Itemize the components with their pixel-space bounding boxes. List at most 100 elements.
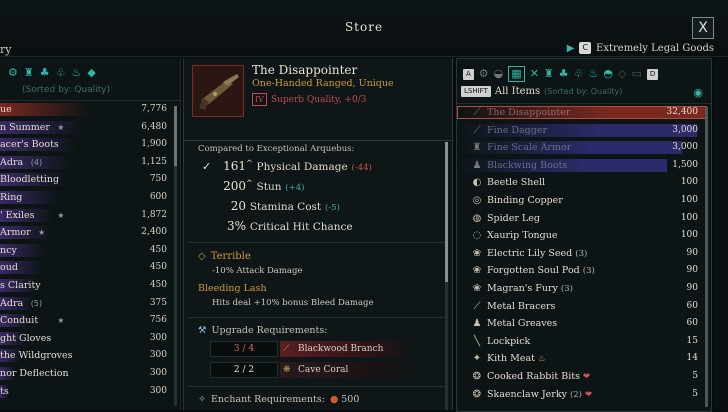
- player-item-row[interactable]: n Summer ★ 6,480: [0, 119, 180, 137]
- key-hint-lshift: LSHIFT: [461, 86, 491, 97]
- player-item-row[interactable]: Adra (4) 1,125: [0, 154, 180, 172]
- lamp-filter-icon[interactable]: ♨: [72, 66, 82, 80]
- stat-line: 3% Critical Hit Chance: [202, 219, 353, 233]
- item-name: Fine Scale Armor: [487, 139, 571, 157]
- vendor-item-row[interactable]: ♟ Blackwing Boots 1,500: [457, 157, 711, 175]
- all-items-icon[interactable]: ⚙: [8, 66, 18, 80]
- requirement-name: ❋ Cave Coral: [280, 362, 415, 378]
- accessory-filter-icon[interactable]: ♣: [40, 66, 50, 80]
- requirement-count: 3 / 4: [210, 341, 278, 357]
- player-list-scroll-thumb[interactable]: [174, 106, 177, 166]
- item-count: (3): [560, 283, 573, 294]
- item-name: Binding Copper: [487, 192, 563, 210]
- stat-delta: (-44): [351, 163, 372, 173]
- vendor-sort-label: (Sorted by: Quality): [544, 87, 623, 96]
- player-item-row[interactable]: Conduit ★ 756: [0, 312, 180, 330]
- vendor-item-row[interactable]: ◐ Beetle Shell 100: [457, 174, 711, 192]
- stat-value: 3%: [226, 219, 246, 233]
- upgrade-title: Upgrade Requirements:: [211, 325, 328, 336]
- player-item-row[interactable]: nor Deflection 300: [0, 365, 180, 383]
- player-item-row[interactable]: acer's Boots 1,900: [0, 136, 180, 154]
- item-name: Xaurip Tongue: [487, 227, 558, 245]
- vendor-item-row[interactable]: ♜ Fine Scale Armor 3,000: [457, 139, 711, 157]
- vendor-item-row[interactable]: ❂ Cooked Rabbit Bits ❤ 5: [457, 368, 711, 386]
- trinket-filter-icon[interactable]: ♧: [574, 67, 584, 81]
- vendor-item-row[interactable]: ⟋ The Disappointer 32,400: [457, 104, 711, 122]
- gear-filter-icon[interactable]: ⚙: [479, 67, 489, 81]
- vendor-item-row[interactable]: ❀ Electric Lily Seed (3) 90: [457, 245, 711, 263]
- accessory-filter-icon[interactable]: ♣: [559, 67, 569, 81]
- category-tab-label: All Items: [494, 86, 541, 97]
- vendor-filter-bar: A ⚙ ◒ ▦ ✕ ♜ ♣ ♧ ♨ ◓ ◇ ▭ D LSHIFT All Ite…: [457, 59, 711, 104]
- player-item-row[interactable]: s Clarity 450: [0, 277, 180, 295]
- player-item-row[interactable]: Armor ★ 2,400: [0, 224, 180, 242]
- item-price: 15: [686, 335, 698, 346]
- rarity-bar: [0, 103, 90, 116]
- divider: [188, 317, 446, 318]
- player-item-row[interactable]: the Wildgroves 300: [0, 347, 180, 365]
- food-filter-icon[interactable]: ◆: [87, 66, 95, 80]
- gem-filter-icon[interactable]: ◇: [618, 67, 626, 81]
- quality-tier-badge: IV: [252, 93, 267, 106]
- pod-icon: ❀: [472, 265, 482, 277]
- player-item-row[interactable]: ncy 450: [0, 242, 180, 260]
- item-price: 100: [680, 177, 698, 188]
- player-item-row[interactable]: ts 300: [0, 383, 180, 401]
- vendor-item-row[interactable]: ◎ Binding Copper 100: [457, 192, 711, 210]
- weapons-filter-icon[interactable]: ✕: [530, 67, 539, 81]
- favorite-star-icon: ★: [57, 122, 65, 132]
- item-name-text: Kith Meat: [487, 353, 535, 365]
- vendor-item-row[interactable]: ⟋ Fine Dagger 3,000: [457, 122, 711, 140]
- all-items-filter-icon[interactable]: ▦: [508, 66, 525, 82]
- player-item-row[interactable]: Ring 600: [0, 189, 180, 207]
- item-name-text: Blackwing Boots: [487, 159, 568, 171]
- vendor-item-row[interactable]: ♟ Metal Greaves 60: [457, 315, 711, 333]
- seed-icon: ❀: [472, 247, 482, 259]
- trinket-filter-icon[interactable]: ♧: [56, 66, 66, 80]
- vendor-item-row[interactable]: ❂ Skaenclaw Jerky (2) ❤ 5: [457, 386, 711, 404]
- pouch-filter-icon[interactable]: ◒: [494, 67, 504, 81]
- player-item-row[interactable]: ' Exiles ★ 1,872: [0, 207, 180, 225]
- vendor-item-row[interactable]: ⟋ Metal Bracers 60: [457, 298, 711, 316]
- armor-filter-icon[interactable]: ♜: [544, 67, 554, 81]
- lamp-filter-icon[interactable]: ♨: [589, 67, 599, 81]
- favorite-star-icon: ★: [57, 316, 65, 326]
- key-hint-d: D: [646, 68, 659, 80]
- close-button[interactable]: X: [692, 17, 714, 39]
- vendor-list-scroll-thumb[interactable]: [705, 107, 708, 407]
- vendor-item-row[interactable]: ◍ Spider Leg 100: [457, 210, 711, 228]
- vendor-item-row[interactable]: ❀ Forgotten Soul Pod (3) 90: [457, 262, 711, 280]
- stat-value: 161: [223, 159, 246, 173]
- bowl-filter-icon[interactable]: ◓: [603, 67, 613, 81]
- stat-delta: (+4): [285, 183, 305, 193]
- sort-toggle-icon[interactable]: ◉: [693, 86, 703, 100]
- player-item-row[interactable]: Bloodletting 750: [0, 171, 180, 189]
- stat-value: 20: [230, 199, 246, 213]
- book-filter-icon[interactable]: ▭: [631, 67, 641, 81]
- vendor-item-row[interactable]: ✦ Kith Meat ♨ 14: [457, 350, 711, 368]
- player-item-row[interactable]: ght Gloves 300: [0, 330, 180, 348]
- item-name-text: Lockpick: [487, 335, 531, 347]
- requirement-label: Cave Coral: [298, 365, 349, 375]
- armor-icon: ♜: [472, 142, 482, 154]
- favorite-star-icon: ★: [38, 228, 46, 238]
- item-name: Ring: [0, 191, 23, 203]
- item-count: (3): [575, 248, 588, 259]
- item-name: Skaenclaw Jerky (2) ❤: [487, 386, 592, 405]
- item-name: Beetle Shell: [487, 174, 545, 192]
- player-item-row[interactable]: ue 7,776: [0, 101, 180, 119]
- item-name: Adra: [0, 297, 24, 309]
- requirement-name: ⟋ Blackwood Branch: [280, 341, 415, 357]
- armor-filter-icon[interactable]: ♜: [24, 66, 34, 80]
- item-price: 3,000: [672, 124, 698, 135]
- vendor-item-row[interactable]: ◌ Xaurip Tongue 100: [457, 227, 711, 245]
- vendor-item-row[interactable]: ╲ Lockpick 15: [457, 333, 711, 351]
- vendor-item-row[interactable]: ❀ Magran's Fury (3) 90: [457, 280, 711, 298]
- player-item-row[interactable]: Adra (5) 375: [0, 295, 180, 313]
- item-price: 90: [686, 247, 698, 258]
- item-name: ght Gloves: [0, 332, 52, 344]
- item-detail-panel: The Disappointer One-Handed Ranged, Uniq…: [183, 58, 453, 410]
- player-item-row[interactable]: oud 450: [0, 259, 180, 277]
- item-name: ncy: [0, 244, 17, 256]
- detail-scroll-thumb[interactable]: [445, 142, 448, 282]
